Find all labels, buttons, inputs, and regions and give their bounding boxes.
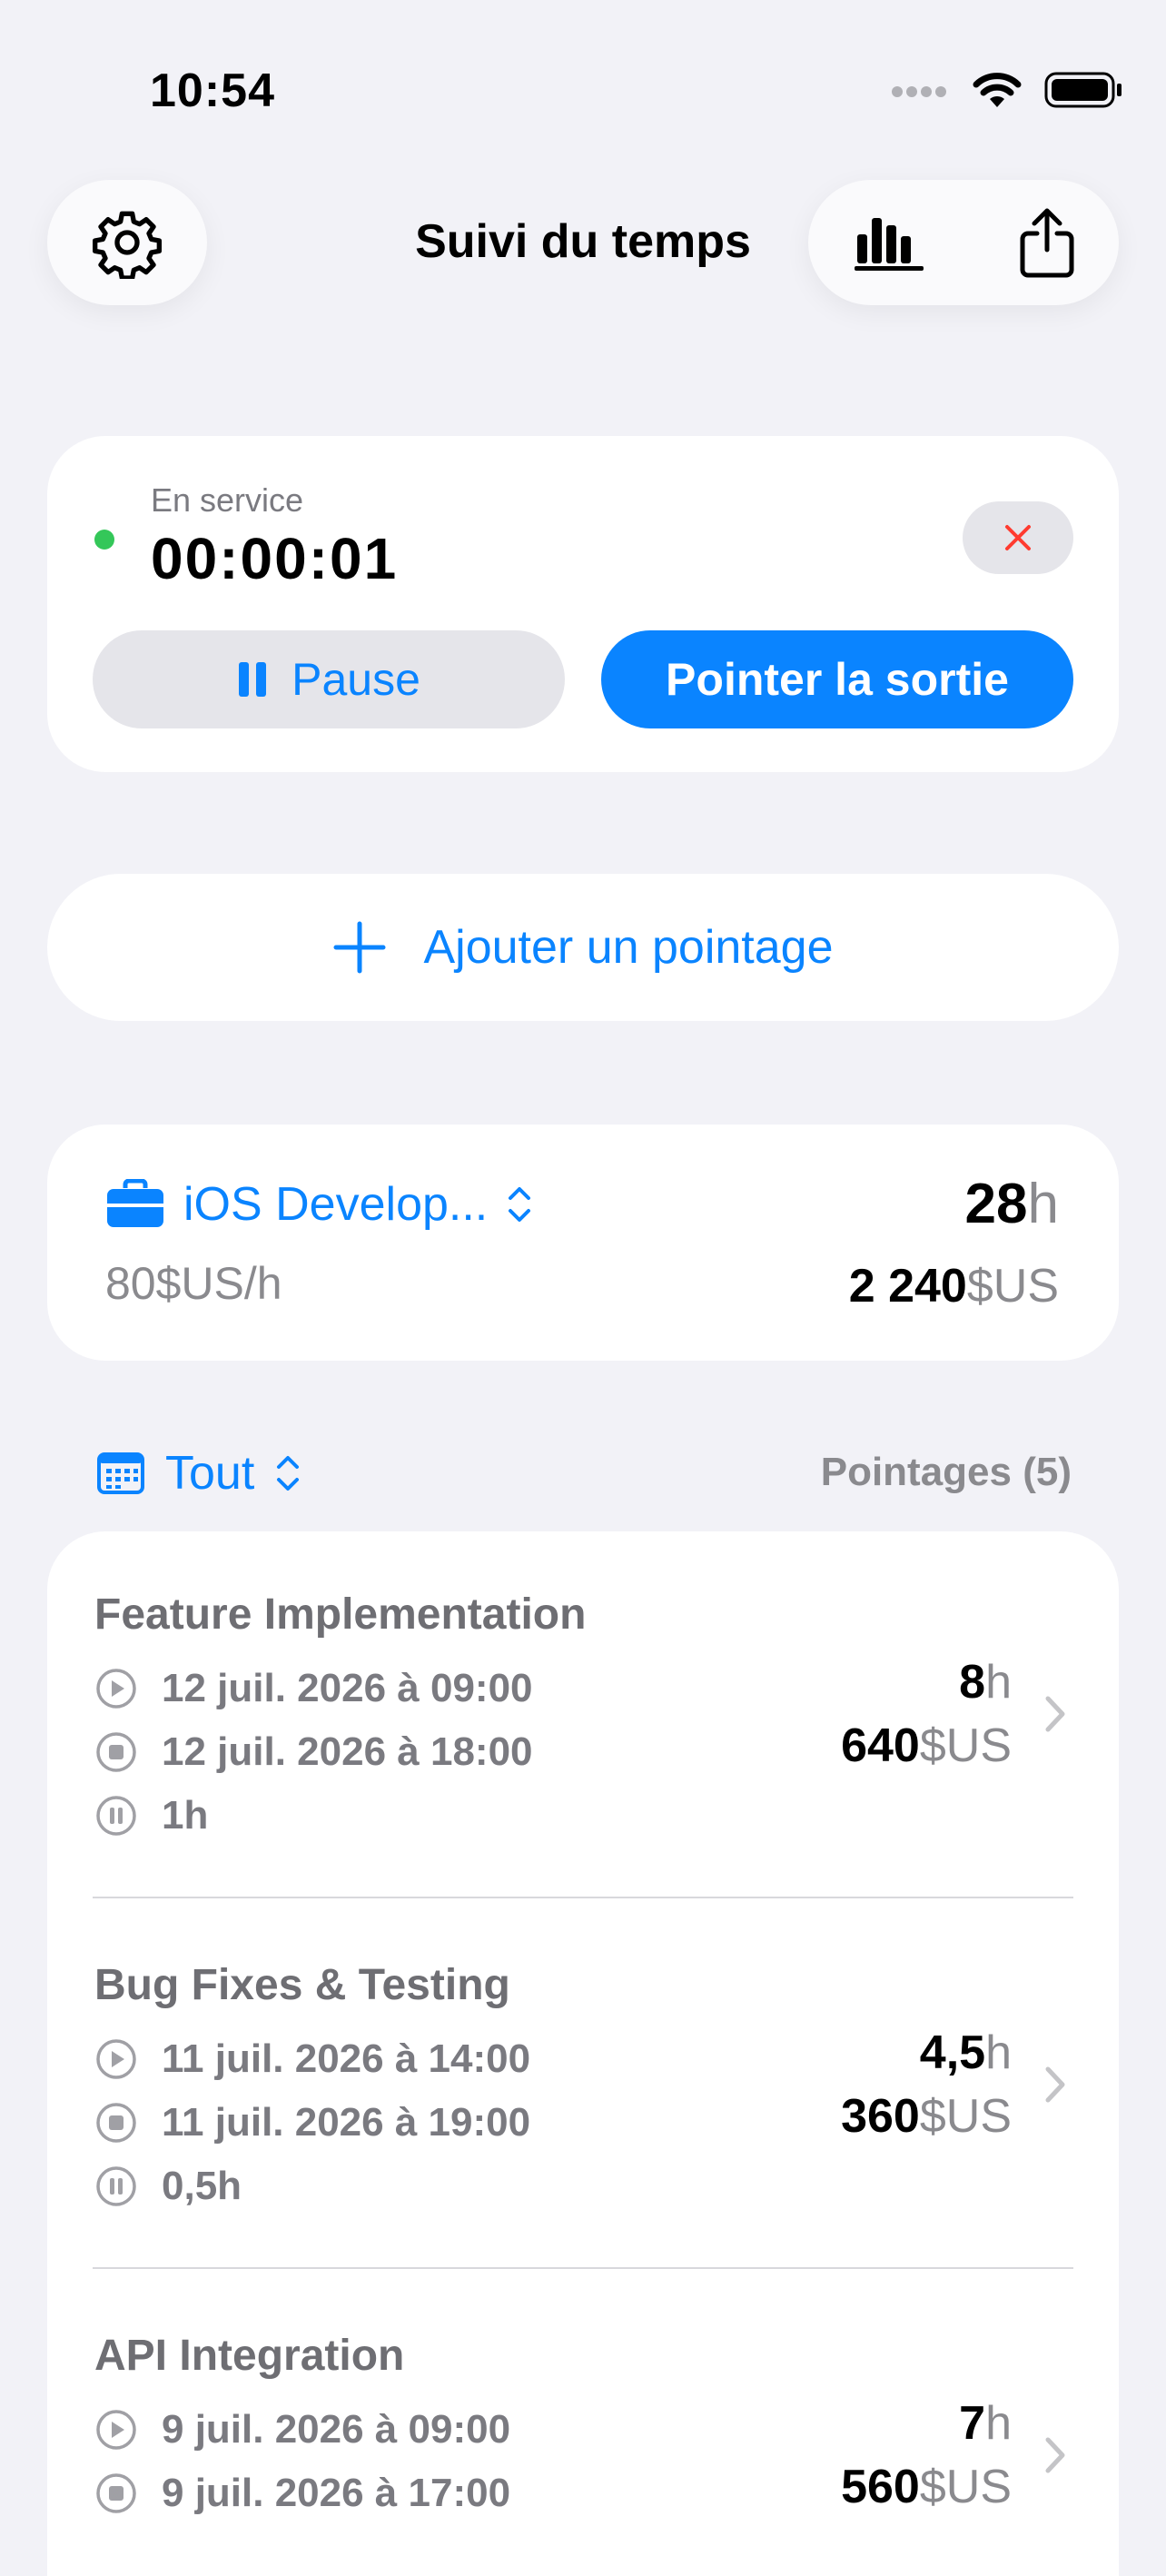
total-hours-unit: h xyxy=(1027,1173,1059,1235)
pause-label: Pause xyxy=(292,654,420,705)
bar-chart-icon xyxy=(855,218,924,271)
entry-break: 0,5h xyxy=(94,2164,242,2209)
entry-break-text: 0,5h xyxy=(162,2164,242,2208)
entry-amount-value: 640 xyxy=(841,1719,920,1772)
pause-circle-icon xyxy=(96,2166,136,2206)
status-time: 10:54 xyxy=(150,64,275,117)
entry-amount: 560$US xyxy=(841,2460,1012,2514)
total-amount-unit: $US xyxy=(966,1260,1059,1313)
elapsed-time: 00:00:01 xyxy=(151,526,399,591)
entry-end: 11 juil. 2026 à 19:00 xyxy=(94,2100,530,2145)
briefcase-icon xyxy=(107,1179,163,1227)
entry-end: 12 juil. 2026 à 18:00 xyxy=(94,1729,533,1775)
entry-break-text: 1h xyxy=(162,1793,209,1838)
list-item[interactable]: Bug Fixes & Testing 11 juil. 2026 à 14:0… xyxy=(47,1902,1119,2273)
divider xyxy=(93,2267,1073,2269)
timer-status-label: En service xyxy=(151,481,304,519)
entry-start-text: 11 juil. 2026 à 14:00 xyxy=(162,2036,531,2081)
play-circle-icon xyxy=(96,2410,136,2450)
chevron-up-down-icon xyxy=(509,1187,531,1222)
entry-end-text: 9 juil. 2026 à 17:00 xyxy=(162,2471,511,2515)
status-icons xyxy=(890,71,1122,109)
entry-hours-unit: h xyxy=(985,2026,1012,2079)
entry-break: 1h xyxy=(94,1793,208,1838)
entry-hours: 8h xyxy=(959,1655,1012,1709)
entry-end-text: 12 juil. 2026 à 18:00 xyxy=(162,1729,533,1774)
add-entry-button[interactable]: Ajouter un pointage xyxy=(47,874,1119,1021)
project-name: iOS Develop... xyxy=(183,1178,489,1231)
entry-amount-unit: $US xyxy=(919,2090,1012,2143)
entry-amount-unit: $US xyxy=(919,1719,1012,1772)
calendar-icon xyxy=(97,1452,144,1494)
wifi-icon xyxy=(973,73,1022,107)
chevron-right-icon xyxy=(1045,2437,1065,2473)
entry-start: 12 juil. 2026 à 09:00 xyxy=(94,1666,533,1711)
entry-amount: 640$US xyxy=(841,1719,1012,1773)
clock-out-label: Pointer la sortie xyxy=(666,654,1009,705)
chevron-up-down-icon xyxy=(277,1456,300,1491)
total-amount-value: 2 240 xyxy=(848,1260,967,1313)
entry-amount: 360$US xyxy=(841,2089,1012,2144)
share-button[interactable] xyxy=(979,180,1115,305)
period-filter[interactable]: Tout xyxy=(96,1446,301,1501)
clock-out-button[interactable]: Pointer la sortie xyxy=(601,630,1073,728)
entry-hours-value: 4,5 xyxy=(919,2026,986,2079)
stop-circle-icon xyxy=(96,2103,136,2143)
list-item[interactable]: API Integration 9 juil. 2026 à 09:00 9 j… xyxy=(47,2273,1119,2523)
play-circle-icon xyxy=(96,1669,136,1709)
entry-start: 9 juil. 2026 à 09:00 xyxy=(94,2407,510,2452)
close-icon xyxy=(1005,525,1031,550)
entry-start-text: 12 juil. 2026 à 09:00 xyxy=(162,1666,533,1710)
play-circle-icon xyxy=(96,2039,136,2079)
entry-amount-value: 560 xyxy=(841,2461,920,2513)
divider xyxy=(93,1897,1073,1898)
pause-button[interactable]: Pause xyxy=(93,630,565,728)
entry-hours-value: 7 xyxy=(959,2397,986,2450)
entry-title: Bug Fixes & Testing xyxy=(94,1961,510,2009)
share-icon xyxy=(1020,208,1074,278)
total-hours-value: 28 xyxy=(964,1173,1028,1235)
entry-start: 11 juil. 2026 à 14:00 xyxy=(94,2036,530,2082)
total-hours: 28h xyxy=(965,1172,1059,1236)
nav-actions xyxy=(808,180,1119,305)
entry-hours: 7h xyxy=(959,2396,1012,2451)
hourly-rate: 80$US/h xyxy=(105,1258,282,1309)
list-item[interactable]: Feature Implementation 12 juil. 2026 à 0… xyxy=(47,1531,1119,1902)
cancel-timer-button[interactable] xyxy=(963,501,1073,574)
cellular-icon xyxy=(892,86,946,97)
entry-hours: 4,5h xyxy=(920,2026,1012,2080)
stop-circle-icon xyxy=(96,1732,136,1772)
entry-end-text: 11 juil. 2026 à 19:00 xyxy=(162,2100,531,2145)
chevron-right-icon xyxy=(1045,1696,1065,1732)
project-selector[interactable]: iOS Develop... xyxy=(105,1177,533,1232)
project-summary-card xyxy=(47,1125,1119,1361)
entry-start-text: 9 juil. 2026 à 09:00 xyxy=(162,2407,511,2452)
battery-icon xyxy=(1044,72,1122,108)
active-status-dot xyxy=(94,530,114,550)
entry-amount-value: 360 xyxy=(841,2090,920,2143)
entry-title: API Integration xyxy=(94,2332,405,2380)
stats-button[interactable] xyxy=(821,180,957,305)
pause-circle-icon xyxy=(96,1796,136,1836)
entry-end: 9 juil. 2026 à 17:00 xyxy=(94,2471,510,2516)
entries-count: Pointages (5) xyxy=(820,1450,1072,1494)
chevron-right-icon xyxy=(1045,2066,1065,2103)
stop-circle-icon xyxy=(96,2473,136,2513)
add-entry-label: Ajouter un pointage xyxy=(423,921,834,974)
entry-title: Feature Implementation xyxy=(94,1590,587,1639)
total-amount: 2 240$US xyxy=(849,1259,1059,1313)
entry-hours-unit: h xyxy=(985,2397,1012,2450)
entry-amount-unit: $US xyxy=(919,2461,1012,2513)
entry-hours-unit: h xyxy=(985,1656,1012,1709)
pause-icon xyxy=(239,662,267,697)
filter-label: Tout xyxy=(165,1447,255,1500)
entry-hours-value: 8 xyxy=(959,1656,986,1709)
plus-icon xyxy=(333,921,386,974)
